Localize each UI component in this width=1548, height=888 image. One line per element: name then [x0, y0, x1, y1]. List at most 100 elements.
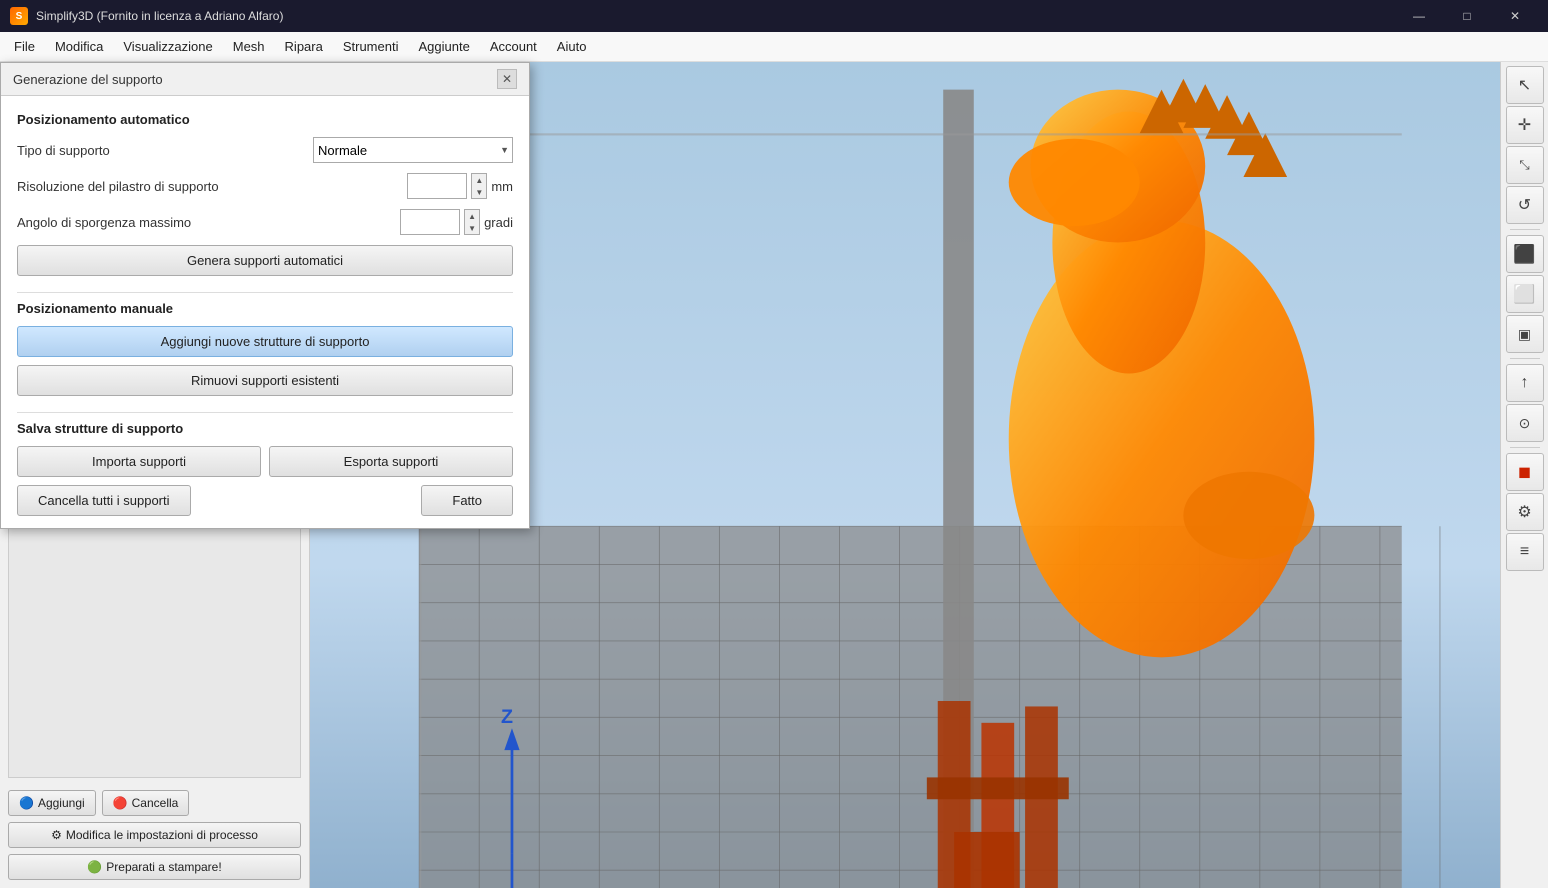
app-icon: S: [10, 7, 28, 25]
toolbar-separator-1: [1510, 229, 1540, 230]
titlebar-left: S Simplify3D (Fornito in licenza a Adria…: [10, 7, 283, 25]
importa-button[interactable]: Importa supporti: [17, 446, 261, 477]
esporta-button[interactable]: Esporta supporti: [269, 446, 513, 477]
settings-button[interactable]: ⚙: [1506, 493, 1544, 531]
cursor-tool-button[interactable]: ↖: [1506, 66, 1544, 104]
angolo-down[interactable]: ▼: [465, 222, 479, 234]
gear-icon: ⚙: [51, 828, 62, 842]
auto-section-title: Posizionamento automatico: [17, 112, 513, 127]
rotate-tool-button[interactable]: ↺: [1506, 186, 1544, 224]
main-area: Generazione del supporto ✕ Posizionament…: [0, 62, 1548, 888]
menu-strumenti[interactable]: Strumenti: [333, 35, 409, 58]
print-icon: 🟢: [87, 860, 102, 874]
panel-body: Posizionamento automatico Tipo di suppor…: [1, 96, 529, 528]
add-label: Aggiungi: [38, 796, 85, 810]
menu-account[interactable]: Account: [480, 35, 547, 58]
process-btn-label: Modifica le impostazioni di processo: [66, 828, 258, 842]
risoluzione-label: Risoluzione del pilastro di supporto: [17, 179, 219, 194]
angolo-label: Angolo di sporgenza massimo: [17, 215, 191, 230]
support-generation-panel: Generazione del supporto ✕ Posizionament…: [0, 62, 530, 529]
red-icon: ◼: [1518, 462, 1531, 482]
wire-cube-icon: ⬜: [1513, 284, 1535, 305]
print-btn-label: Preparati a stampare!: [106, 860, 221, 874]
save-section-title: Salva strutture di supporto: [17, 421, 513, 436]
axis-button[interactable]: ↑: [1506, 364, 1544, 402]
left-panel: Generazione del supporto ✕ Posizionament…: [0, 62, 310, 888]
red-view-button[interactable]: ◼: [1506, 453, 1544, 491]
titlebar-controls[interactable]: — □ ✕: [1396, 0, 1538, 32]
titlebar-title: Simplify3D (Fornito in licenza a Adriano…: [36, 9, 283, 23]
angolo-input[interactable]: 45: [400, 209, 460, 235]
angolo-row: Angolo di sporgenza massimo 45 ▲ ▼ gradi: [17, 209, 513, 235]
solid-cube-icon: ⬛: [1513, 244, 1535, 265]
view-cube-icon: ▣: [1518, 326, 1531, 343]
cancella-supporti-button[interactable]: Cancella tutti i supporti: [17, 485, 191, 516]
move-icon: ✛: [1518, 115, 1531, 135]
divider-1: [17, 292, 513, 293]
risoluzione-down[interactable]: ▼: [472, 186, 486, 198]
menu-ripara[interactable]: Ripara: [275, 35, 333, 58]
risoluzione-unit: mm: [491, 179, 513, 194]
add-cancel-row: 🔵 Aggiungi 🔴 Cancella: [8, 790, 301, 816]
process-settings-button[interactable]: ⚙ Modifica le impostazioni di processo: [8, 822, 301, 848]
rimuovi-supporti-button[interactable]: Rimuovi supporti esistenti: [17, 365, 513, 396]
layers-icon: ≡: [1520, 543, 1529, 561]
orbit-button[interactable]: ⊙: [1506, 404, 1544, 442]
right-toolbar: ↖ ✛ ⤡ ↺ ⬛ ⬜ ▣ ↑ ⊙ ◼: [1500, 62, 1548, 888]
close-button[interactable]: ✕: [1492, 0, 1538, 32]
angolo-up[interactable]: ▲: [465, 210, 479, 222]
tipo-supporto-row: Tipo di supporto Normale Rete Colonna: [17, 137, 513, 163]
menu-file[interactable]: File: [4, 35, 45, 58]
risoluzione-row: Risoluzione del pilastro di supporto 4,0…: [17, 173, 513, 199]
orbit-icon: ⊙: [1519, 415, 1531, 432]
angolo-spinner[interactable]: ▲ ▼: [464, 209, 480, 235]
risoluzione-spinner[interactable]: ▲ ▼: [471, 173, 487, 199]
angolo-unit: gradi: [484, 215, 513, 230]
scale-tool-button[interactable]: ⤡: [1506, 146, 1544, 184]
panel-close-button[interactable]: ✕: [497, 69, 517, 89]
tipo-label: Tipo di supporto: [17, 143, 110, 158]
panel-header: Generazione del supporto ✕: [1, 63, 529, 96]
scale-icon: ⤡: [1519, 157, 1529, 173]
aggiungi-button[interactable]: 🔵 Aggiungi: [8, 790, 96, 816]
tipo-select[interactable]: Normale Rete Colonna: [313, 137, 513, 163]
menu-aiuto[interactable]: Aiuto: [547, 35, 597, 58]
menu-visualizzazione[interactable]: Visualizzazione: [113, 35, 222, 58]
risoluzione-input[interactable]: 4,00: [407, 173, 467, 199]
tipo-select-wrapper[interactable]: Normale Rete Colonna: [313, 137, 513, 163]
minimize-button[interactable]: —: [1396, 0, 1442, 32]
cancel-icon: 🔴: [113, 796, 128, 810]
divider-2: [17, 412, 513, 413]
cancella-button[interactable]: 🔴 Cancella: [102, 790, 190, 816]
panel-bottom-row: Cancella tutti i supporti Fatto: [17, 485, 513, 516]
maximize-button[interactable]: □: [1444, 0, 1490, 32]
bottom-buttons: 🔵 Aggiungi 🔴 Cancella ⚙ Modifica le impo…: [0, 782, 309, 888]
import-export-row: Importa supporti Esporta supporti: [17, 446, 513, 477]
fatto-button[interactable]: Fatto: [421, 485, 513, 516]
aggiungi-strutture-button[interactable]: Aggiungi nuove strutture di supporto: [17, 326, 513, 357]
titlebar: S Simplify3D (Fornito in licenza a Adria…: [0, 0, 1548, 32]
menu-aggiunte[interactable]: Aggiunte: [408, 35, 479, 58]
genera-automatici-button[interactable]: Genera supporti automatici: [17, 245, 513, 276]
svg-text:Z: Z: [501, 706, 513, 728]
cancel-label: Cancella: [132, 796, 179, 810]
layers-button[interactable]: ≡: [1506, 533, 1544, 571]
settings-icon: ⚙: [1517, 502, 1531, 522]
cursor-icon: ↖: [1518, 75, 1531, 95]
wire-view-button[interactable]: ⬜: [1506, 275, 1544, 313]
axis-icon: ↑: [1521, 374, 1529, 392]
rotate-icon: ↺: [1518, 195, 1531, 215]
solid-view-button[interactable]: ⬛: [1506, 235, 1544, 273]
menu-mesh[interactable]: Mesh: [223, 35, 275, 58]
manual-section-title: Posizionamento manuale: [17, 301, 513, 316]
plus-icon: 🔵: [19, 796, 34, 810]
move-tool-button[interactable]: ✛: [1506, 106, 1544, 144]
risoluzione-up[interactable]: ▲: [472, 174, 486, 186]
angolo-control: 45 ▲ ▼ gradi: [400, 209, 513, 235]
menu-modifica[interactable]: Modifica: [45, 35, 113, 58]
panel-title: Generazione del supporto: [13, 72, 163, 87]
print-button[interactable]: 🟢 Preparati a stampare!: [8, 854, 301, 880]
risoluzione-control: 4,00 ▲ ▼ mm: [407, 173, 513, 199]
menubar: File Modifica Visualizzazione Mesh Ripar…: [0, 32, 1548, 62]
view-cube-button[interactable]: ▣: [1506, 315, 1544, 353]
